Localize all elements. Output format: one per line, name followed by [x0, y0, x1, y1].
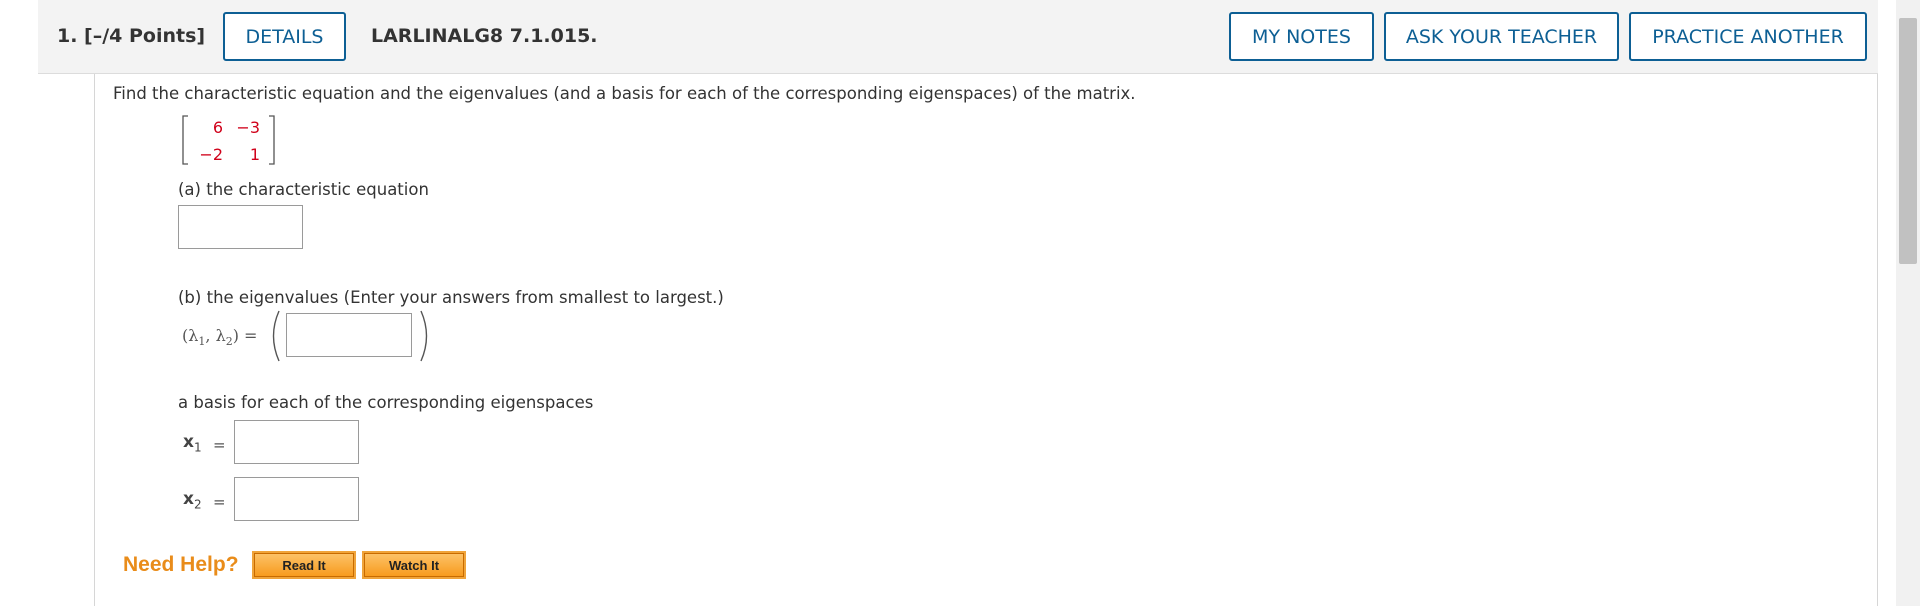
- scrollbar-thumb[interactable]: [1899, 18, 1917, 264]
- part-b-label: (b) the eigenvalues (Enter your answers …: [178, 288, 724, 307]
- matrix: 6 −3 −2 1: [181, 114, 276, 166]
- my-notes-button[interactable]: MY NOTES: [1229, 12, 1374, 61]
- x1-equals: =: [213, 436, 226, 454]
- right-paren: [420, 310, 428, 362]
- x1-label: x1: [183, 432, 202, 455]
- question-number: 1. [–/4 Points]: [57, 25, 206, 47]
- basis-label: a basis for each of the corresponding ei…: [178, 393, 594, 412]
- practice-another-button[interactable]: PRACTICE ANOTHER: [1629, 12, 1867, 61]
- matrix-entry: −3: [236, 118, 260, 137]
- x1-input[interactable]: [234, 420, 359, 464]
- question-code: LARLINALG8 7.1.015.: [371, 25, 598, 47]
- matrix-entry: 6: [212, 118, 223, 137]
- read-it-button[interactable]: Read It: [252, 551, 356, 579]
- x2-input[interactable]: [234, 477, 359, 521]
- details-button[interactable]: DETAILS: [223, 12, 346, 61]
- ask-your-teacher-button[interactable]: ASK YOUR TEACHER: [1384, 12, 1619, 61]
- vertical-scrollbar[interactable]: [1896, 0, 1920, 606]
- part-a-label: (a) the characteristic equation: [178, 180, 429, 199]
- eigenvalues-input[interactable]: [286, 313, 412, 357]
- matrix-entry: −2: [199, 145, 223, 164]
- characteristic-equation-input[interactable]: [178, 205, 303, 249]
- matrix-entry: 1: [249, 145, 260, 164]
- left-paren: [272, 310, 280, 362]
- problem-prompt: Find the characteristic equation and the…: [113, 84, 1136, 103]
- eigenvalues-label: (λ1, λ2) =: [182, 326, 258, 349]
- need-help-label: Need Help?: [123, 553, 239, 576]
- x2-label: x2: [183, 489, 202, 512]
- watch-it-button[interactable]: Watch It: [362, 551, 466, 579]
- x2-equals: =: [213, 493, 226, 511]
